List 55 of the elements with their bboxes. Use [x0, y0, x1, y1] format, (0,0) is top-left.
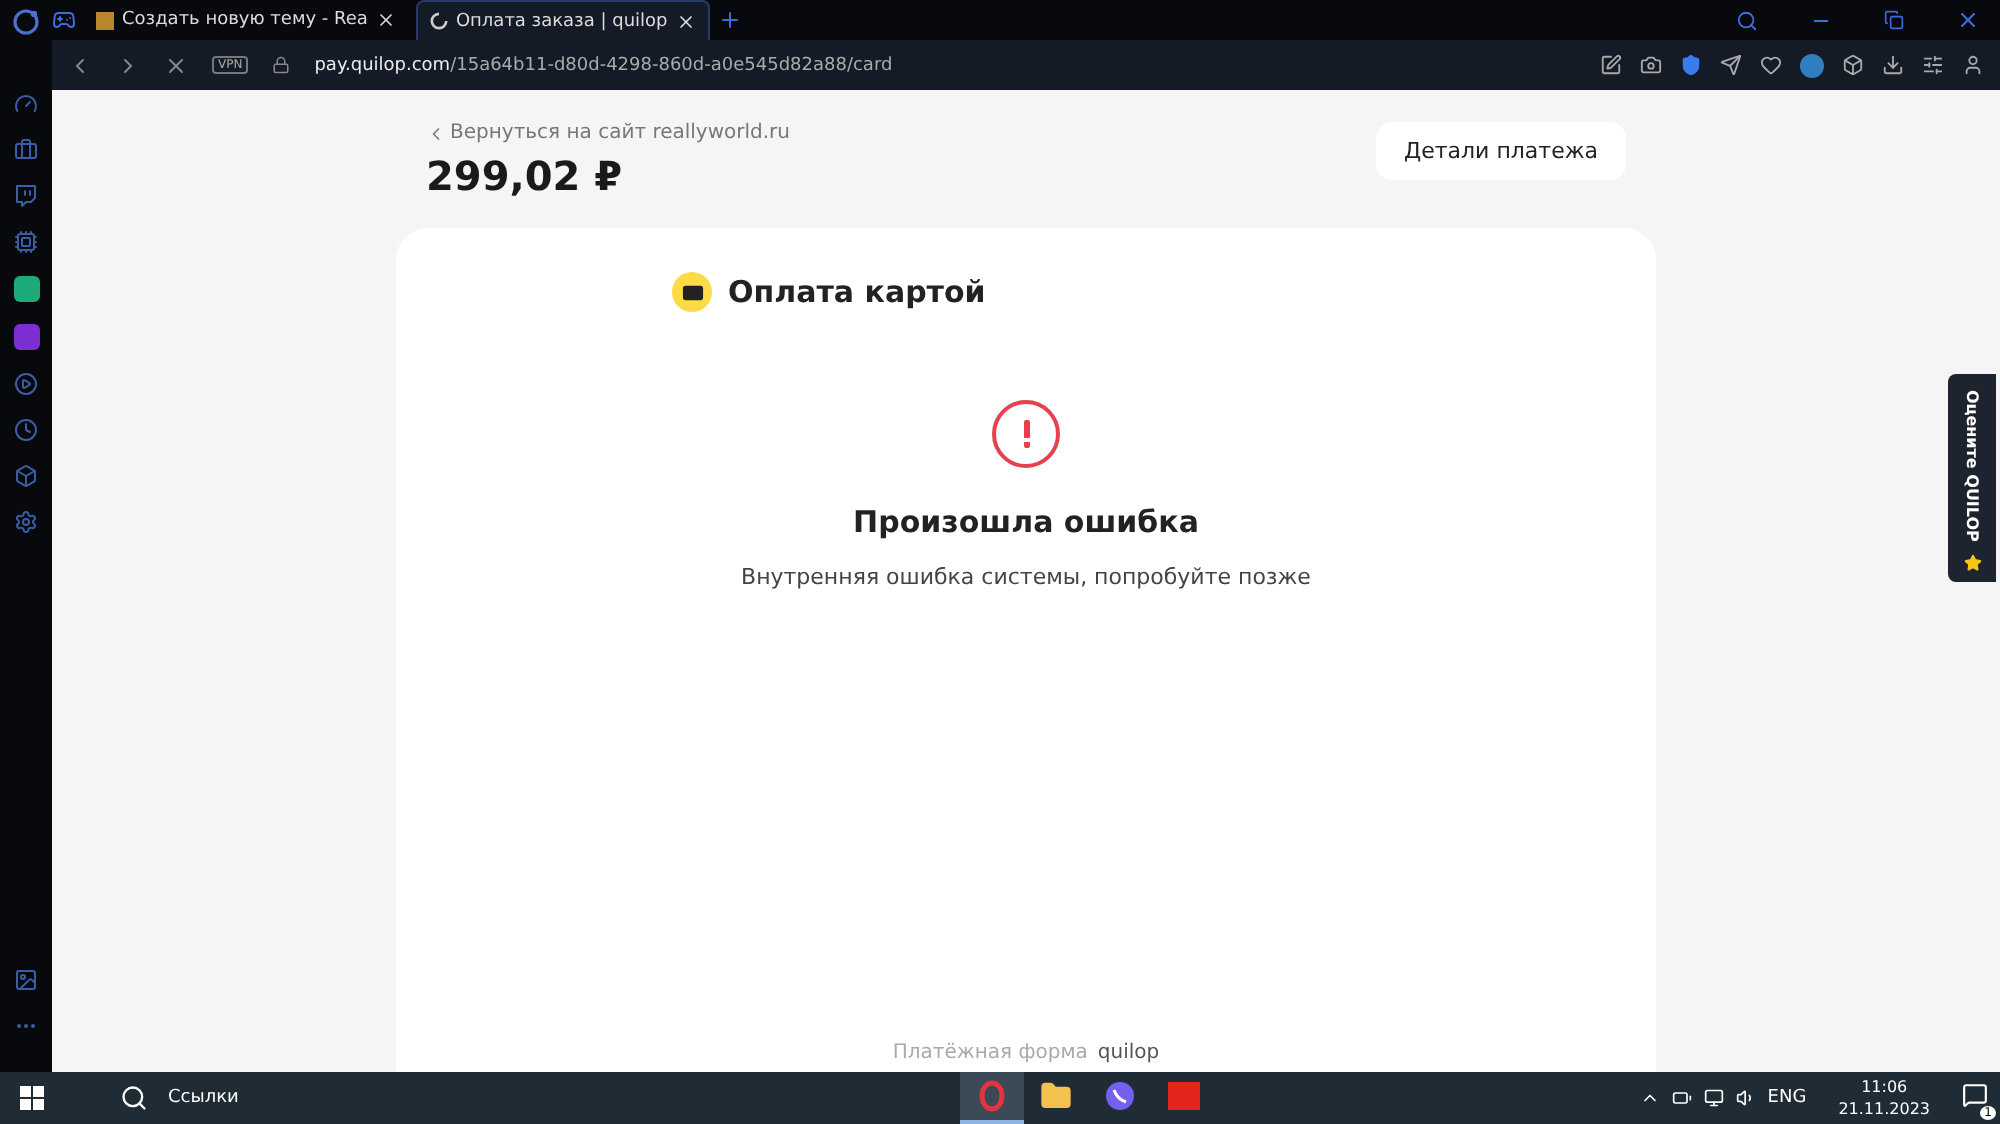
browser-tab[interactable]: Оплата заказа | quilop [415, 0, 710, 40]
image-icon[interactable] [14, 968, 38, 992]
battery-icon[interactable] [1671, 1088, 1692, 1108]
footer-brand: quilop [1097, 1042, 1160, 1064]
payment-amount: 299,02 ₽ [426, 152, 625, 200]
search-icon[interactable] [120, 1084, 148, 1112]
browser-logo-icon[interactable] [12, 8, 40, 36]
browser-tab[interactable]: Создать новую тему - Rea [84, 0, 408, 40]
lock-icon [272, 56, 291, 74]
close-icon[interactable] [675, 11, 696, 31]
address-field[interactable]: pay.quilop.com/15a64b11-d80d-4298-860d-a0e545d82a88/card [314, 55, 1576, 75]
app-icon[interactable] [13, 276, 39, 302]
taskbar-app[interactable] [960, 1072, 1024, 1124]
error-message: Внутренняя ошибка системы, попробуйте позже [741, 564, 1311, 590]
gauge-icon[interactable] [14, 92, 38, 116]
taskbar-search[interactable]: Ссылки [120, 1084, 960, 1112]
camera-icon[interactable] [1640, 54, 1662, 76]
error-icon [992, 400, 1060, 468]
chip-icon[interactable] [14, 230, 38, 254]
play-icon[interactable] [14, 372, 38, 396]
briefcase-icon[interactable] [14, 138, 38, 162]
app-tile-icon[interactable] [1168, 1082, 1200, 1110]
shield-icon[interactable] [1680, 54, 1702, 76]
footer-label: Платёжная форма [892, 1042, 1088, 1064]
close-icon[interactable] [375, 10, 396, 30]
restore-icon[interactable] [1884, 10, 1904, 30]
payment-details-button[interactable]: Детали платежа [1376, 122, 1626, 180]
windows-start-icon[interactable] [20, 1086, 44, 1110]
taskbar-clock[interactable]: 11:06 21.11.2023 [1838, 1076, 1930, 1120]
settings-icon[interactable] [14, 510, 38, 534]
volume-icon[interactable] [1735, 1088, 1756, 1108]
clock-icon[interactable] [14, 418, 38, 442]
method-title: Оплата картой [728, 274, 986, 310]
star-icon [1963, 553, 1981, 572]
stop-icon[interactable] [164, 53, 188, 77]
sliders-icon[interactable] [1922, 54, 1944, 76]
cube-icon[interactable] [1842, 54, 1864, 76]
send-icon[interactable] [1720, 54, 1742, 76]
gamepad-icon[interactable] [52, 8, 76, 32]
new-tab-icon[interactable] [717, 8, 742, 32]
folder-icon[interactable] [1040, 1080, 1072, 1112]
user-icon[interactable] [1962, 54, 1984, 76]
notification-icon[interactable] [1962, 1082, 1988, 1108]
back-link[interactable]: Вернуться на сайт reallyworld.ru [426, 122, 791, 144]
card-icon [672, 272, 712, 312]
app-icon[interactable] [13, 324, 39, 350]
edit-icon[interactable] [1600, 54, 1622, 76]
cube-icon[interactable] [14, 464, 38, 488]
heart-icon[interactable] [1760, 54, 1782, 76]
avatar-icon[interactable] [1800, 53, 1824, 77]
language-indicator[interactable]: ENG [1767, 1088, 1807, 1108]
rate-tab[interactable]: Оцените QUILOP [1948, 374, 1996, 582]
error-title: Произошла ошибка [853, 504, 1199, 540]
download-icon[interactable] [1882, 54, 1904, 76]
chat-bubble-icon[interactable] [1104, 1080, 1136, 1112]
